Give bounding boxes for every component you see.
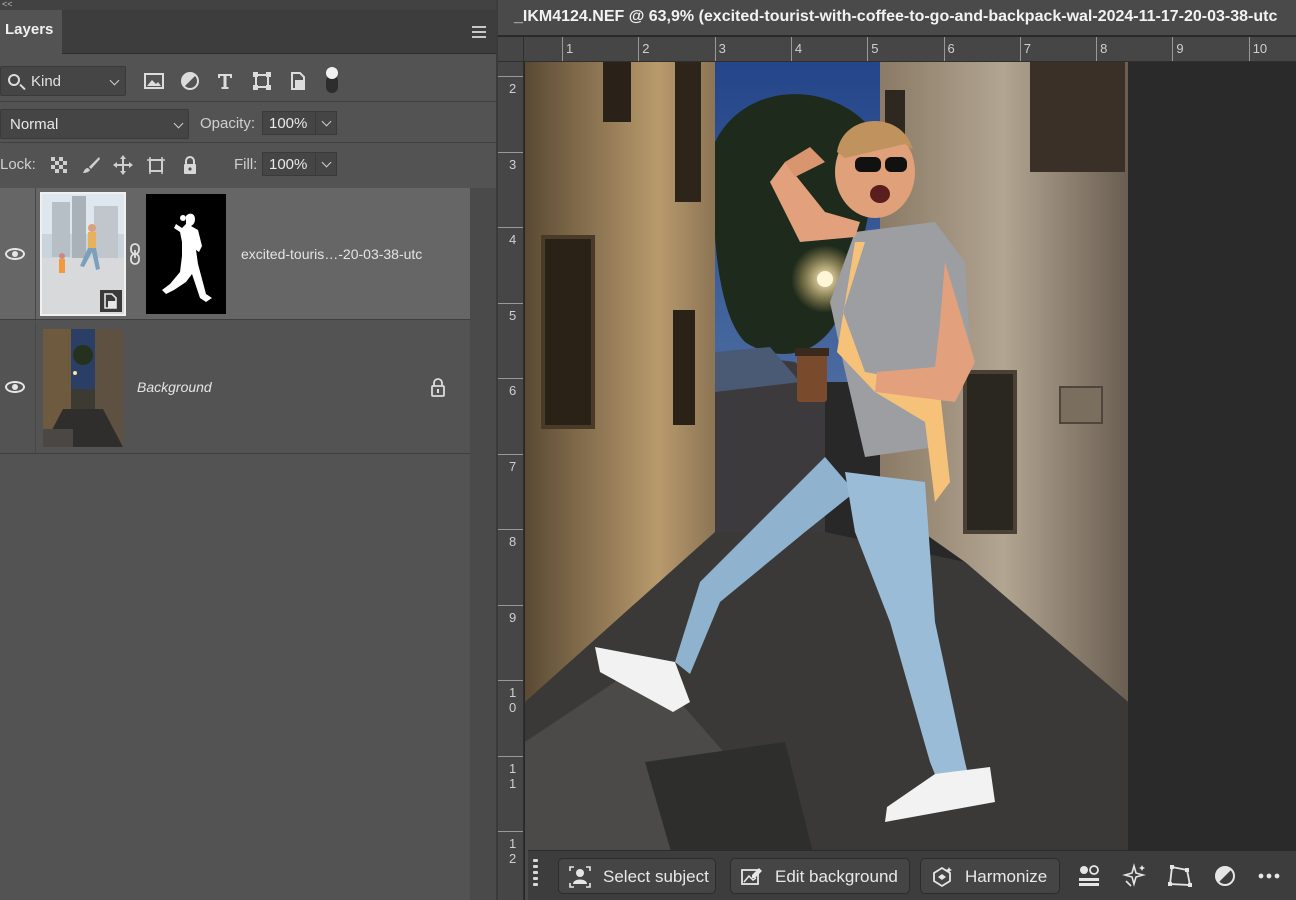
smart-object-badge-icon bbox=[100, 290, 122, 312]
search-icon bbox=[8, 74, 20, 86]
ruler-tick: 8 bbox=[1096, 37, 1107, 61]
layer-thumbnail[interactable] bbox=[43, 329, 123, 447]
lock-image-pixels-icon[interactable] bbox=[80, 154, 102, 176]
document-tab[interactable]: _IKM4124.NEF @ 63,9% (excited-tourist-wi… bbox=[498, 0, 1296, 36]
image-filter-icon[interactable] bbox=[143, 70, 165, 92]
opacity-slider-button[interactable] bbox=[315, 111, 337, 135]
harmonize-icon bbox=[933, 866, 952, 888]
layer-name[interactable]: Background bbox=[137, 379, 212, 395]
collapse-panels-button[interactable]: << bbox=[0, 0, 496, 10]
composite-image bbox=[525, 62, 1128, 900]
more-icon[interactable] bbox=[1256, 863, 1282, 889]
select-subject-button[interactable]: Select subject bbox=[558, 858, 716, 894]
chevron-down-icon bbox=[321, 157, 332, 168]
filter-toggle[interactable] bbox=[325, 67, 339, 93]
horizontal-ruler[interactable]: 1 2 3 4 5 6 7 8 9 10 bbox=[524, 37, 1296, 62]
harmonize-button[interactable]: Harmonize bbox=[920, 858, 1060, 894]
ruler-tick: 2 bbox=[498, 76, 523, 96]
select-subject-icon bbox=[569, 866, 591, 888]
layer-filter-row: Kind bbox=[0, 62, 496, 102]
opacity-input[interactable]: 100% bbox=[262, 111, 316, 135]
transform-icon[interactable] bbox=[1167, 863, 1193, 889]
lock-all-icon[interactable] bbox=[179, 154, 201, 176]
ruler-tick: 1 0 bbox=[498, 680, 523, 715]
vertical-ruler[interactable]: 2 3 4 5 6 7 8 9 1 0 1 1 1 2 bbox=[498, 62, 524, 900]
ruler-tick: 1 bbox=[562, 37, 573, 61]
fill-slider-button[interactable] bbox=[315, 152, 337, 176]
ruler-tick: 7 bbox=[1019, 37, 1031, 61]
ruler-tick: 2 bbox=[638, 37, 650, 61]
layer-row[interactable]: Background bbox=[0, 321, 470, 454]
layer-thumbnail[interactable] bbox=[40, 192, 126, 316]
chevron-down-icon bbox=[109, 75, 120, 86]
filter-kind-label: Kind bbox=[31, 73, 62, 90]
drag-handle-icon[interactable] bbox=[533, 859, 541, 893]
blend-mode-value: Normal bbox=[10, 116, 59, 133]
opacity-label: Opacity: bbox=[200, 115, 256, 132]
ruler-tick: 8 bbox=[498, 529, 523, 549]
lock-position-icon[interactable] bbox=[112, 154, 134, 176]
edit-background-button[interactable]: Edit background bbox=[730, 858, 910, 894]
image-canvas[interactable] bbox=[525, 62, 1128, 900]
adjustment-icon[interactable] bbox=[1212, 863, 1238, 889]
pasteboard bbox=[1128, 62, 1296, 852]
lock-icon[interactable] bbox=[430, 377, 446, 397]
select-subject-label: Select subject bbox=[603, 867, 709, 886]
ruler-tick: 5 bbox=[867, 37, 878, 61]
chevron-down-icon bbox=[321, 116, 332, 127]
eye-icon[interactable] bbox=[5, 248, 25, 260]
edit-background-icon bbox=[741, 868, 762, 885]
layer-divider bbox=[35, 321, 36, 453]
ruler-tick: 9 bbox=[498, 604, 523, 625]
filter-kind-select[interactable]: Kind bbox=[0, 66, 126, 96]
lock-artboard-icon[interactable] bbox=[145, 154, 167, 176]
link-icon[interactable] bbox=[128, 243, 142, 265]
chevron-down-icon bbox=[173, 118, 184, 129]
ruler-tick: 3 bbox=[714, 37, 726, 61]
ruler-tick: 3 bbox=[498, 151, 523, 172]
lock-transparent-pixels-icon[interactable] bbox=[48, 154, 70, 176]
layer-mask-thumbnail[interactable] bbox=[146, 194, 226, 314]
tab-layers[interactable]: Layers bbox=[0, 10, 62, 54]
panel-tab-bar: Layers bbox=[0, 10, 496, 54]
ruler-tick: 6 bbox=[498, 378, 523, 398]
smartobject-filter-icon[interactable] bbox=[287, 70, 309, 92]
type-filter-icon[interactable] bbox=[214, 70, 236, 92]
layer-name[interactable]: excited-touris…-20-03-38-utc bbox=[241, 246, 422, 262]
lock-row: Lock: Fill: 100% bbox=[0, 144, 496, 186]
ruler-tick: 5 bbox=[498, 302, 523, 323]
edit-background-label: Edit background bbox=[775, 867, 898, 886]
fill-input[interactable]: 100% bbox=[262, 152, 316, 176]
blend-row: Normal Opacity: 100% bbox=[0, 103, 496, 143]
ruler-tick: 7 bbox=[498, 453, 523, 474]
panel-menu-icon[interactable] bbox=[472, 26, 486, 38]
layer-divider bbox=[35, 188, 36, 319]
ruler-tick: 1 2 bbox=[498, 831, 523, 866]
ruler-tick: 10 bbox=[1248, 37, 1267, 61]
shape-filter-icon[interactable] bbox=[251, 70, 273, 92]
ruler-tick: 9 bbox=[1172, 37, 1184, 61]
ruler-tick: 6 bbox=[943, 37, 955, 61]
adjustment-filter-icon[interactable] bbox=[179, 70, 201, 92]
layer-row[interactable]: excited-touris…-20-03-38-utc bbox=[0, 188, 470, 320]
ruler-tick: 1 1 bbox=[498, 755, 523, 791]
contextual-task-bar: Select subject Edit background Harmonize bbox=[528, 850, 1296, 900]
document-window: _IKM4124.NEF @ 63,9% (excited-tourist-wi… bbox=[498, 0, 1296, 900]
select-mask-icon[interactable] bbox=[1076, 863, 1102, 889]
fill-label: Fill: bbox=[234, 156, 258, 173]
layers-panel: << Layers Kind Normal Opacity: 100% Lock… bbox=[0, 0, 496, 900]
lock-label: Lock: bbox=[0, 156, 36, 173]
ruler-tick: 4 bbox=[790, 37, 802, 61]
ruler-tick: 4 bbox=[498, 227, 523, 247]
eye-icon[interactable] bbox=[5, 381, 25, 393]
ruler-origin[interactable] bbox=[498, 37, 524, 62]
blend-mode-select[interactable]: Normal bbox=[0, 109, 189, 139]
sparkle-generative-icon[interactable] bbox=[1122, 863, 1148, 889]
layers-scrollbar[interactable] bbox=[470, 188, 496, 900]
harmonize-label: Harmonize bbox=[965, 867, 1048, 886]
